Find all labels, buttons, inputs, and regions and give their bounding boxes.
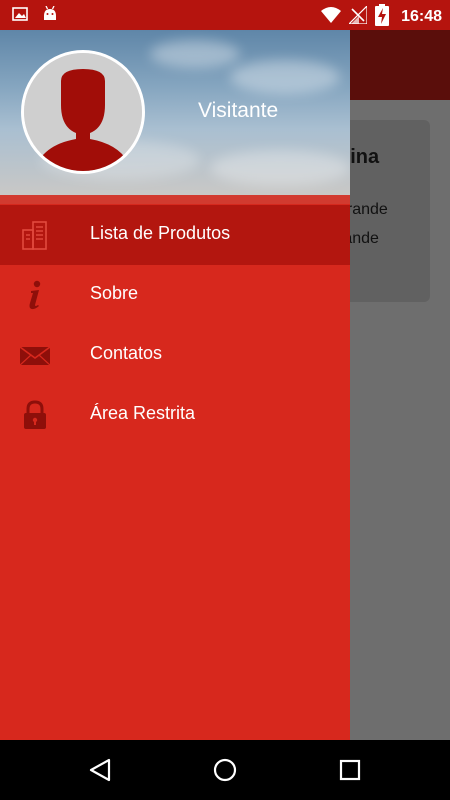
user-silhouette-icon [24,53,142,171]
recents-icon[interactable] [335,755,365,785]
header-divider [0,195,350,204]
user-name: Visitante [198,99,279,122]
mail-icon [19,340,51,370]
wifi-icon [321,6,342,28]
navigation-bar [0,740,450,800]
status-bar: 16:48 [0,0,450,30]
buildings-icon [20,220,50,250]
signal-icon [347,4,368,28]
menu-item-sobre[interactable]: Sobre [0,265,350,325]
menu-item-label: Lista de Produtos [90,223,231,243]
menu-item-area-restrita[interactable]: Área Restrita [0,385,350,445]
clock: 16:48 [401,8,442,25]
drawer-header: Visitante [0,30,350,195]
info-icon [20,280,50,310]
back-icon[interactable] [85,755,115,785]
menu-item-label: Área Restrita [90,403,196,423]
navigation-drawer: Visitante Lista de Produtos Sobre Contat… [0,30,350,740]
lock-icon [20,400,50,430]
image-icon [12,6,28,28]
avatar[interactable] [21,50,145,174]
battery-charging-icon [375,4,390,30]
menu-item-label: Contatos [90,343,163,363]
menu-item-label: Sobre [90,283,139,303]
menu-item-contatos[interactable]: Contatos [0,325,350,385]
home-icon[interactable] [210,755,240,785]
android-icon [42,5,58,28]
menu-item-lista-de-produtos[interactable]: Lista de Produtos [0,205,350,265]
